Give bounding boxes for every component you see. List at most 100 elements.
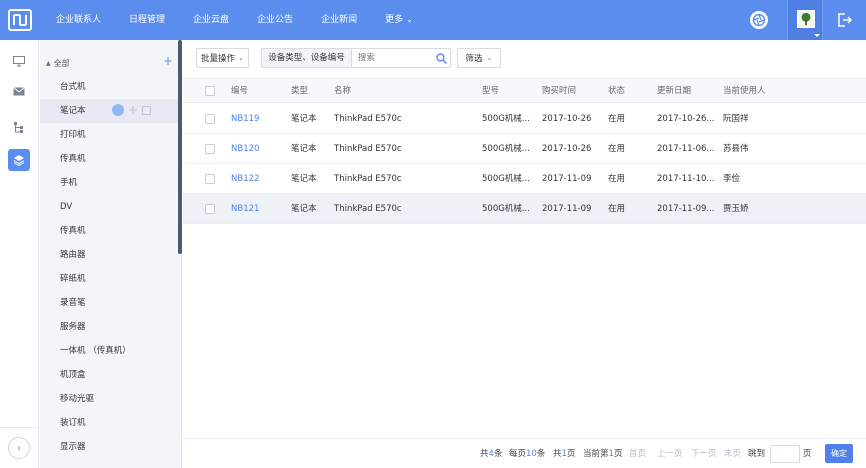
text: 条 <box>536 449 546 459</box>
caret-down-icon: ▲ <box>46 59 51 67</box>
device-model: 500G机械... <box>482 204 530 214</box>
left-rail: › <box>0 40 39 468</box>
edit-icon[interactable] <box>142 105 152 115</box>
top-bar: 企业联系人 日程管理 企业云盘 企业公告 企业新闻 更多 ⌄ <box>0 0 866 40</box>
current-user: 阮国祥 <box>723 114 749 124</box>
last-page-button[interactable]: 末页 <box>724 439 741 468</box>
drag-handle[interactable] <box>112 104 124 116</box>
sidebar-item-selected[interactable]: 笔记本 <box>40 99 178 123</box>
filter-dropdown[interactable]: 筛选 ⌄ <box>457 48 501 68</box>
sidebar-item[interactable]: 传真机 <box>40 219 178 243</box>
app-logo-icon <box>8 9 32 31</box>
update-date: 2017-11-06... <box>657 144 715 154</box>
user-menu[interactable] <box>787 0 823 40</box>
layers-icon <box>13 155 25 166</box>
update-date: 2017-11-09... <box>657 204 715 214</box>
device-id-link[interactable]: NB122 <box>231 164 259 194</box>
total-pages: 共1页 <box>553 439 575 468</box>
sidebar-item[interactable]: 打印机 <box>40 123 178 147</box>
sidebar-item[interactable]: 装订机 <box>40 411 178 435</box>
col-header: 编号 <box>231 86 249 96</box>
device-status: 在用 <box>608 174 626 184</box>
sidebar-item[interactable]: 路由器 <box>40 243 178 267</box>
text: 共 <box>553 449 562 459</box>
device-status: 在用 <box>608 204 626 214</box>
text: 页 <box>566 449 576 459</box>
col-header: 当前使用人 <box>723 86 766 96</box>
sidebar-item[interactable]: 一体机 （传真机） <box>40 339 178 363</box>
table-row[interactable]: NB122 笔记本 ThinkPad E570c 500G机械... 2017-… <box>183 164 866 194</box>
sidebar-item[interactable]: 台式机 <box>40 75 178 99</box>
plus-icon[interactable]: + <box>128 104 138 116</box>
sidebar-item[interactable]: 传真机 <box>40 147 178 171</box>
device-id-link[interactable]: NB121 <box>231 194 259 224</box>
device-status: 在用 <box>608 114 626 124</box>
nav-announcements[interactable]: 企业公告 <box>243 0 307 40</box>
rail-mail[interactable] <box>8 80 30 102</box>
device-id-link[interactable]: NB119 <box>231 104 259 134</box>
device-type: 笔记本 <box>291 174 317 184</box>
caret-down-icon <box>814 34 820 37</box>
table-row[interactable]: NB121 笔记本 ThinkPad E570c 500G机械... 2017-… <box>183 194 866 224</box>
device-type: 笔记本 <box>291 114 317 124</box>
sidebar-item[interactable]: 录音笔 <box>40 291 178 315</box>
device-type: 笔记本 <box>291 144 317 154</box>
table-row[interactable]: NB120 笔记本 ThinkPad E570c 500G机械... 2017-… <box>183 134 866 164</box>
purchase-date: 2017-11-09 <box>542 174 592 184</box>
sidebar-scrollbar[interactable] <box>178 40 182 254</box>
logout-icon[interactable] <box>836 12 852 28</box>
row-checkbox[interactable] <box>205 144 215 154</box>
add-category-icon[interactable]: + <box>163 55 173 67</box>
row-checkbox[interactable] <box>205 114 215 124</box>
page-size-count: 10 <box>526 449 537 459</box>
sidebar-item[interactable]: 机顶盒 <box>40 363 178 387</box>
device-name: ThinkPad E570c <box>334 144 402 154</box>
table-row[interactable]: NB119 笔记本 ThinkPad E570c 500G机械... 2017-… <box>183 104 866 134</box>
col-header: 型号 <box>482 86 500 96</box>
sidebar-item[interactable]: 显示器 <box>40 435 178 459</box>
confirm-button[interactable]: 确定 <box>825 444 853 463</box>
next-page-button[interactable]: 下一页 <box>691 439 717 468</box>
table-header: 编号 类型 名称 型号 购买时间 状态 更新日期 当前使用人 <box>183 78 866 103</box>
sidebar-item[interactable]: 移动光驱 <box>40 387 178 411</box>
aperture-icon[interactable] <box>750 11 768 29</box>
nav-more-label: 更多 <box>385 15 404 25</box>
search-type-select[interactable]: 设备类型、设备编号 <box>262 49 352 67</box>
page-unit-label: 页 <box>803 449 812 459</box>
expand-chevron-icon[interactable]: › <box>8 437 30 459</box>
nav-contacts[interactable]: 企业联系人 <box>42 0 115 40</box>
current-user: 贾玉娇 <box>723 204 749 214</box>
sidebar-item[interactable]: DV <box>40 195 178 219</box>
nav-more[interactable]: 更多 ⌄ <box>371 0 427 40</box>
select-all-checkbox[interactable] <box>205 86 215 96</box>
first-page-button[interactable]: 首页 <box>629 439 646 468</box>
device-name: ThinkPad E570c <box>334 204 402 214</box>
batch-actions-dropdown[interactable]: 批量操作 ⌄ <box>196 48 249 68</box>
search-input[interactable] <box>358 51 428 65</box>
jump-page-input[interactable] <box>770 445 800 463</box>
app-root: 企业联系人 日程管理 企业云盘 企业公告 企业新闻 更多 ⌄ › ▲ 全部 + … <box>0 0 866 468</box>
nav-news[interactable]: 企业新闻 <box>307 0 371 40</box>
row-checkbox[interactable] <box>205 174 215 184</box>
rail-devices[interactable] <box>8 149 30 171</box>
pagination: 共4条 每页10条 共1页 当前第1页 首页 上一页 下一页 末页 跳到 页 确… <box>183 438 866 468</box>
nav-cloud-drive[interactable]: 企业云盘 <box>179 0 243 40</box>
sidebar-item[interactable]: 手机 <box>40 171 178 195</box>
sidebar-item[interactable]: 服务器 <box>40 315 178 339</box>
sidebar-item[interactable]: 碎纸机 <box>40 267 178 291</box>
tree-structure-icon <box>13 121 23 133</box>
update-date: 2017-10-26... <box>657 114 715 124</box>
rail-tree[interactable] <box>8 116 30 138</box>
purchase-date: 2017-10-26 <box>542 114 592 124</box>
nav-schedule[interactable]: 日程管理 <box>115 0 179 40</box>
search-icon[interactable] <box>436 53 447 64</box>
current-user: 苏县伟 <box>723 144 749 154</box>
col-header: 更新日期 <box>657 86 692 96</box>
prev-page-button[interactable]: 上一页 <box>657 439 683 468</box>
rail-monitor[interactable] <box>8 50 30 72</box>
row-checkbox[interactable] <box>205 204 215 214</box>
filter-label: 筛选 <box>465 54 483 64</box>
page-size[interactable]: 每页10条 <box>509 439 545 468</box>
device-id-link[interactable]: NB120 <box>231 134 259 164</box>
purchase-date: 2017-10-26 <box>542 144 592 154</box>
